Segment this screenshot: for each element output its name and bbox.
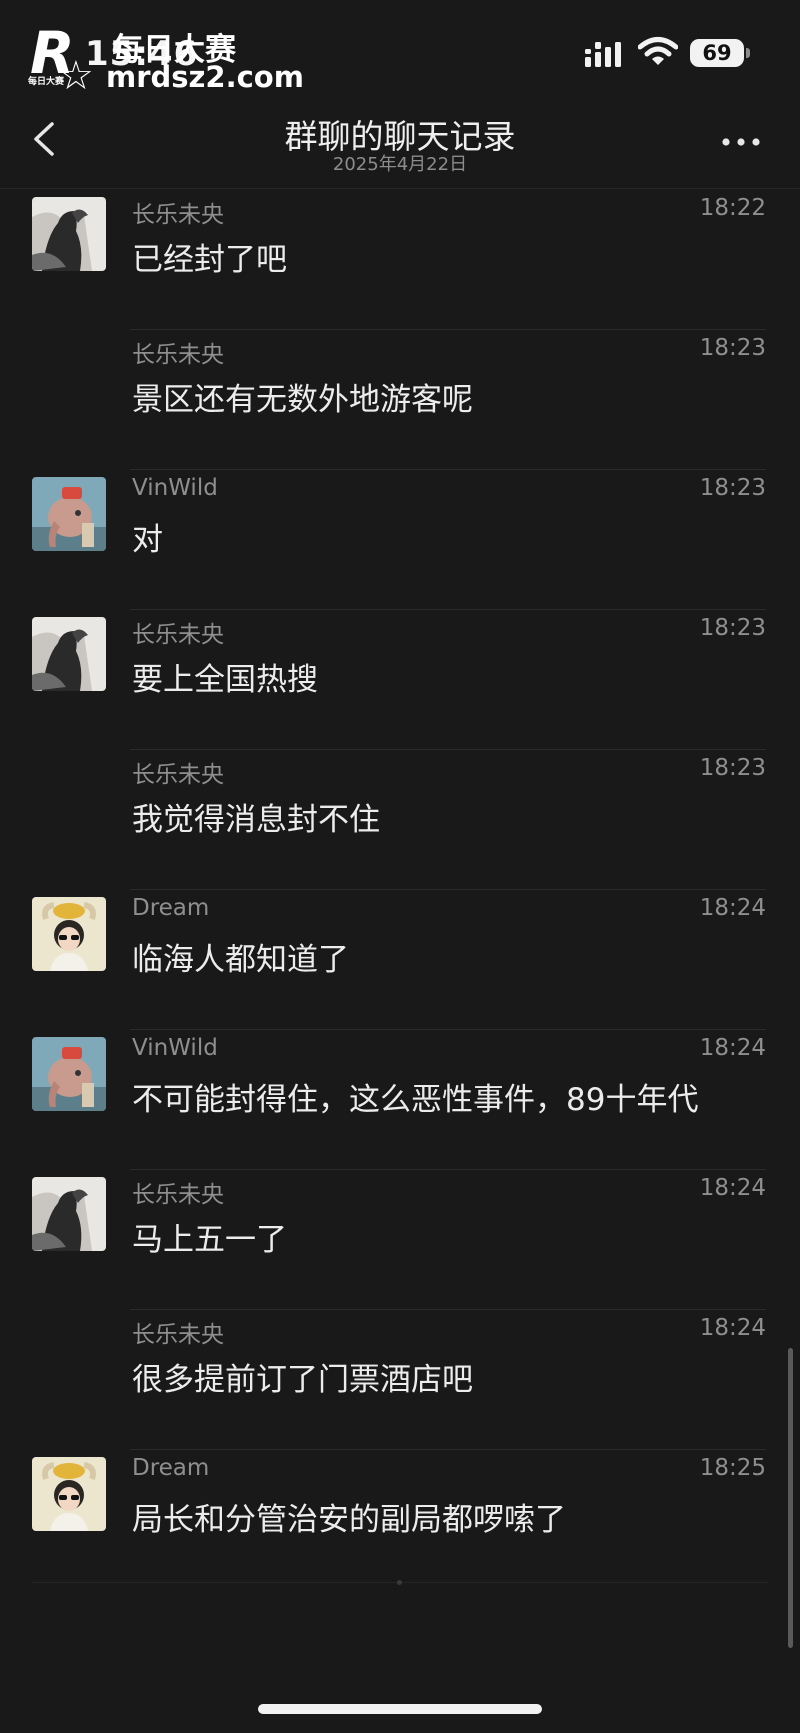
message-time: 18:23 xyxy=(699,615,766,641)
message-item[interactable]: 长乐未央 18:23 景区还有无数外地游客呢 xyxy=(0,330,800,470)
more-dots-icon xyxy=(722,138,760,146)
message-time: 18:24 xyxy=(699,1315,766,1341)
watermark-url: mrdsz2.com xyxy=(106,60,304,94)
message-text: 很多提前订了门票酒店吧 xyxy=(132,1362,473,1398)
status-bar: 15:46 R ☆ 每日大赛 每日大赛 mrdsz2.com 69 xyxy=(0,0,800,100)
message-text: 不可能封得住，这么恶性事件，89十年代 xyxy=(132,1082,699,1118)
sender-name: Dream xyxy=(132,895,210,921)
message-text: 要上全国热搜 xyxy=(132,662,318,698)
message-time: 18:25 xyxy=(699,1455,766,1481)
wifi-icon xyxy=(638,37,678,65)
watermark-small-text: 每日大赛 xyxy=(28,77,65,87)
message-text: 局长和分管治安的副局都啰嗦了 xyxy=(132,1502,566,1538)
message-time: 18:24 xyxy=(699,1035,766,1061)
message-text: 我觉得消息封不住 xyxy=(132,802,380,838)
message-text: 马上五一了 xyxy=(132,1222,287,1258)
sender-name: VinWild xyxy=(132,475,218,501)
sender-name: 长乐未央 xyxy=(132,1322,224,1348)
end-dot xyxy=(397,1580,402,1585)
scrollbar[interactable] xyxy=(788,1348,793,1648)
message-item[interactable]: 长乐未央 18:23 我觉得消息封不住 xyxy=(0,750,800,890)
home-indicator[interactable] xyxy=(258,1704,542,1714)
message-time: 18:23 xyxy=(699,755,766,781)
message-item[interactable]: 长乐未央 18:24 很多提前订了门票酒店吧 xyxy=(0,1310,800,1450)
message-time: 18:23 xyxy=(699,475,766,501)
chat-date: 2025年4月22日 xyxy=(332,154,468,175)
sender-name: 长乐未央 xyxy=(132,342,224,368)
watermark-logo: R ☆ 每日大赛 每日大赛 mrdsz2.com xyxy=(26,22,326,102)
sender-name: Dream xyxy=(132,1455,210,1481)
message-item[interactable]: 长乐未央 18:24 马上五一了 xyxy=(0,1170,800,1310)
sender-name: 长乐未央 xyxy=(132,202,224,228)
signal-icon xyxy=(585,42,621,67)
message-item[interactable]: 长乐未央 18:23 要上全国热搜 xyxy=(0,610,800,750)
avatar-ink-figure[interactable] xyxy=(32,197,106,271)
message-text: 已经封了吧 xyxy=(132,242,287,278)
battery-level: 69 xyxy=(702,41,732,65)
more-button[interactable] xyxy=(716,122,766,162)
avatar-girl-bowl[interactable] xyxy=(32,1457,106,1531)
avatar-ink-figure[interactable] xyxy=(32,617,106,691)
sender-name: VinWild xyxy=(132,1035,218,1061)
message-item[interactable]: VinWild 18:24 不可能封得住，这么恶性事件，89十年代 xyxy=(0,1030,800,1170)
message-time: 18:24 xyxy=(699,895,766,921)
chat-header: 群聊的聊天记录 2025年4月22日 xyxy=(0,100,800,189)
message-item[interactable]: Dream 18:25 局长和分管治安的副局都啰嗦了 xyxy=(0,1450,800,1590)
message-item[interactable]: VinWild 18:23 对 xyxy=(0,470,800,610)
avatar-ink-figure[interactable] xyxy=(32,1177,106,1251)
message-item[interactable]: 长乐未央 18:22 已经封了吧 xyxy=(0,190,800,330)
sender-name: 长乐未央 xyxy=(132,622,224,648)
message-text: 临海人都知道了 xyxy=(132,942,349,978)
avatar-elephant-art[interactable] xyxy=(32,477,106,551)
sender-name: 长乐未央 xyxy=(132,762,224,788)
avatar-elephant-art[interactable] xyxy=(32,1037,106,1111)
sender-name: 长乐未央 xyxy=(132,1182,224,1208)
message-text: 景区还有无数外地游客呢 xyxy=(132,382,473,418)
message-time: 18:24 xyxy=(699,1175,766,1201)
battery-cap xyxy=(746,48,750,58)
message-list[interactable]: 长乐未央 18:22 已经封了吧 长乐未央 18:23 景区还有无数外地游客呢 … xyxy=(0,190,800,1590)
message-item[interactable]: Dream 18:24 临海人都知道了 xyxy=(0,890,800,1030)
message-time: 18:22 xyxy=(699,195,766,221)
battery-indicator: 69 xyxy=(690,39,744,67)
message-text: 对 xyxy=(132,522,163,558)
avatar-girl-bowl[interactable] xyxy=(32,897,106,971)
message-time: 18:23 xyxy=(699,335,766,361)
